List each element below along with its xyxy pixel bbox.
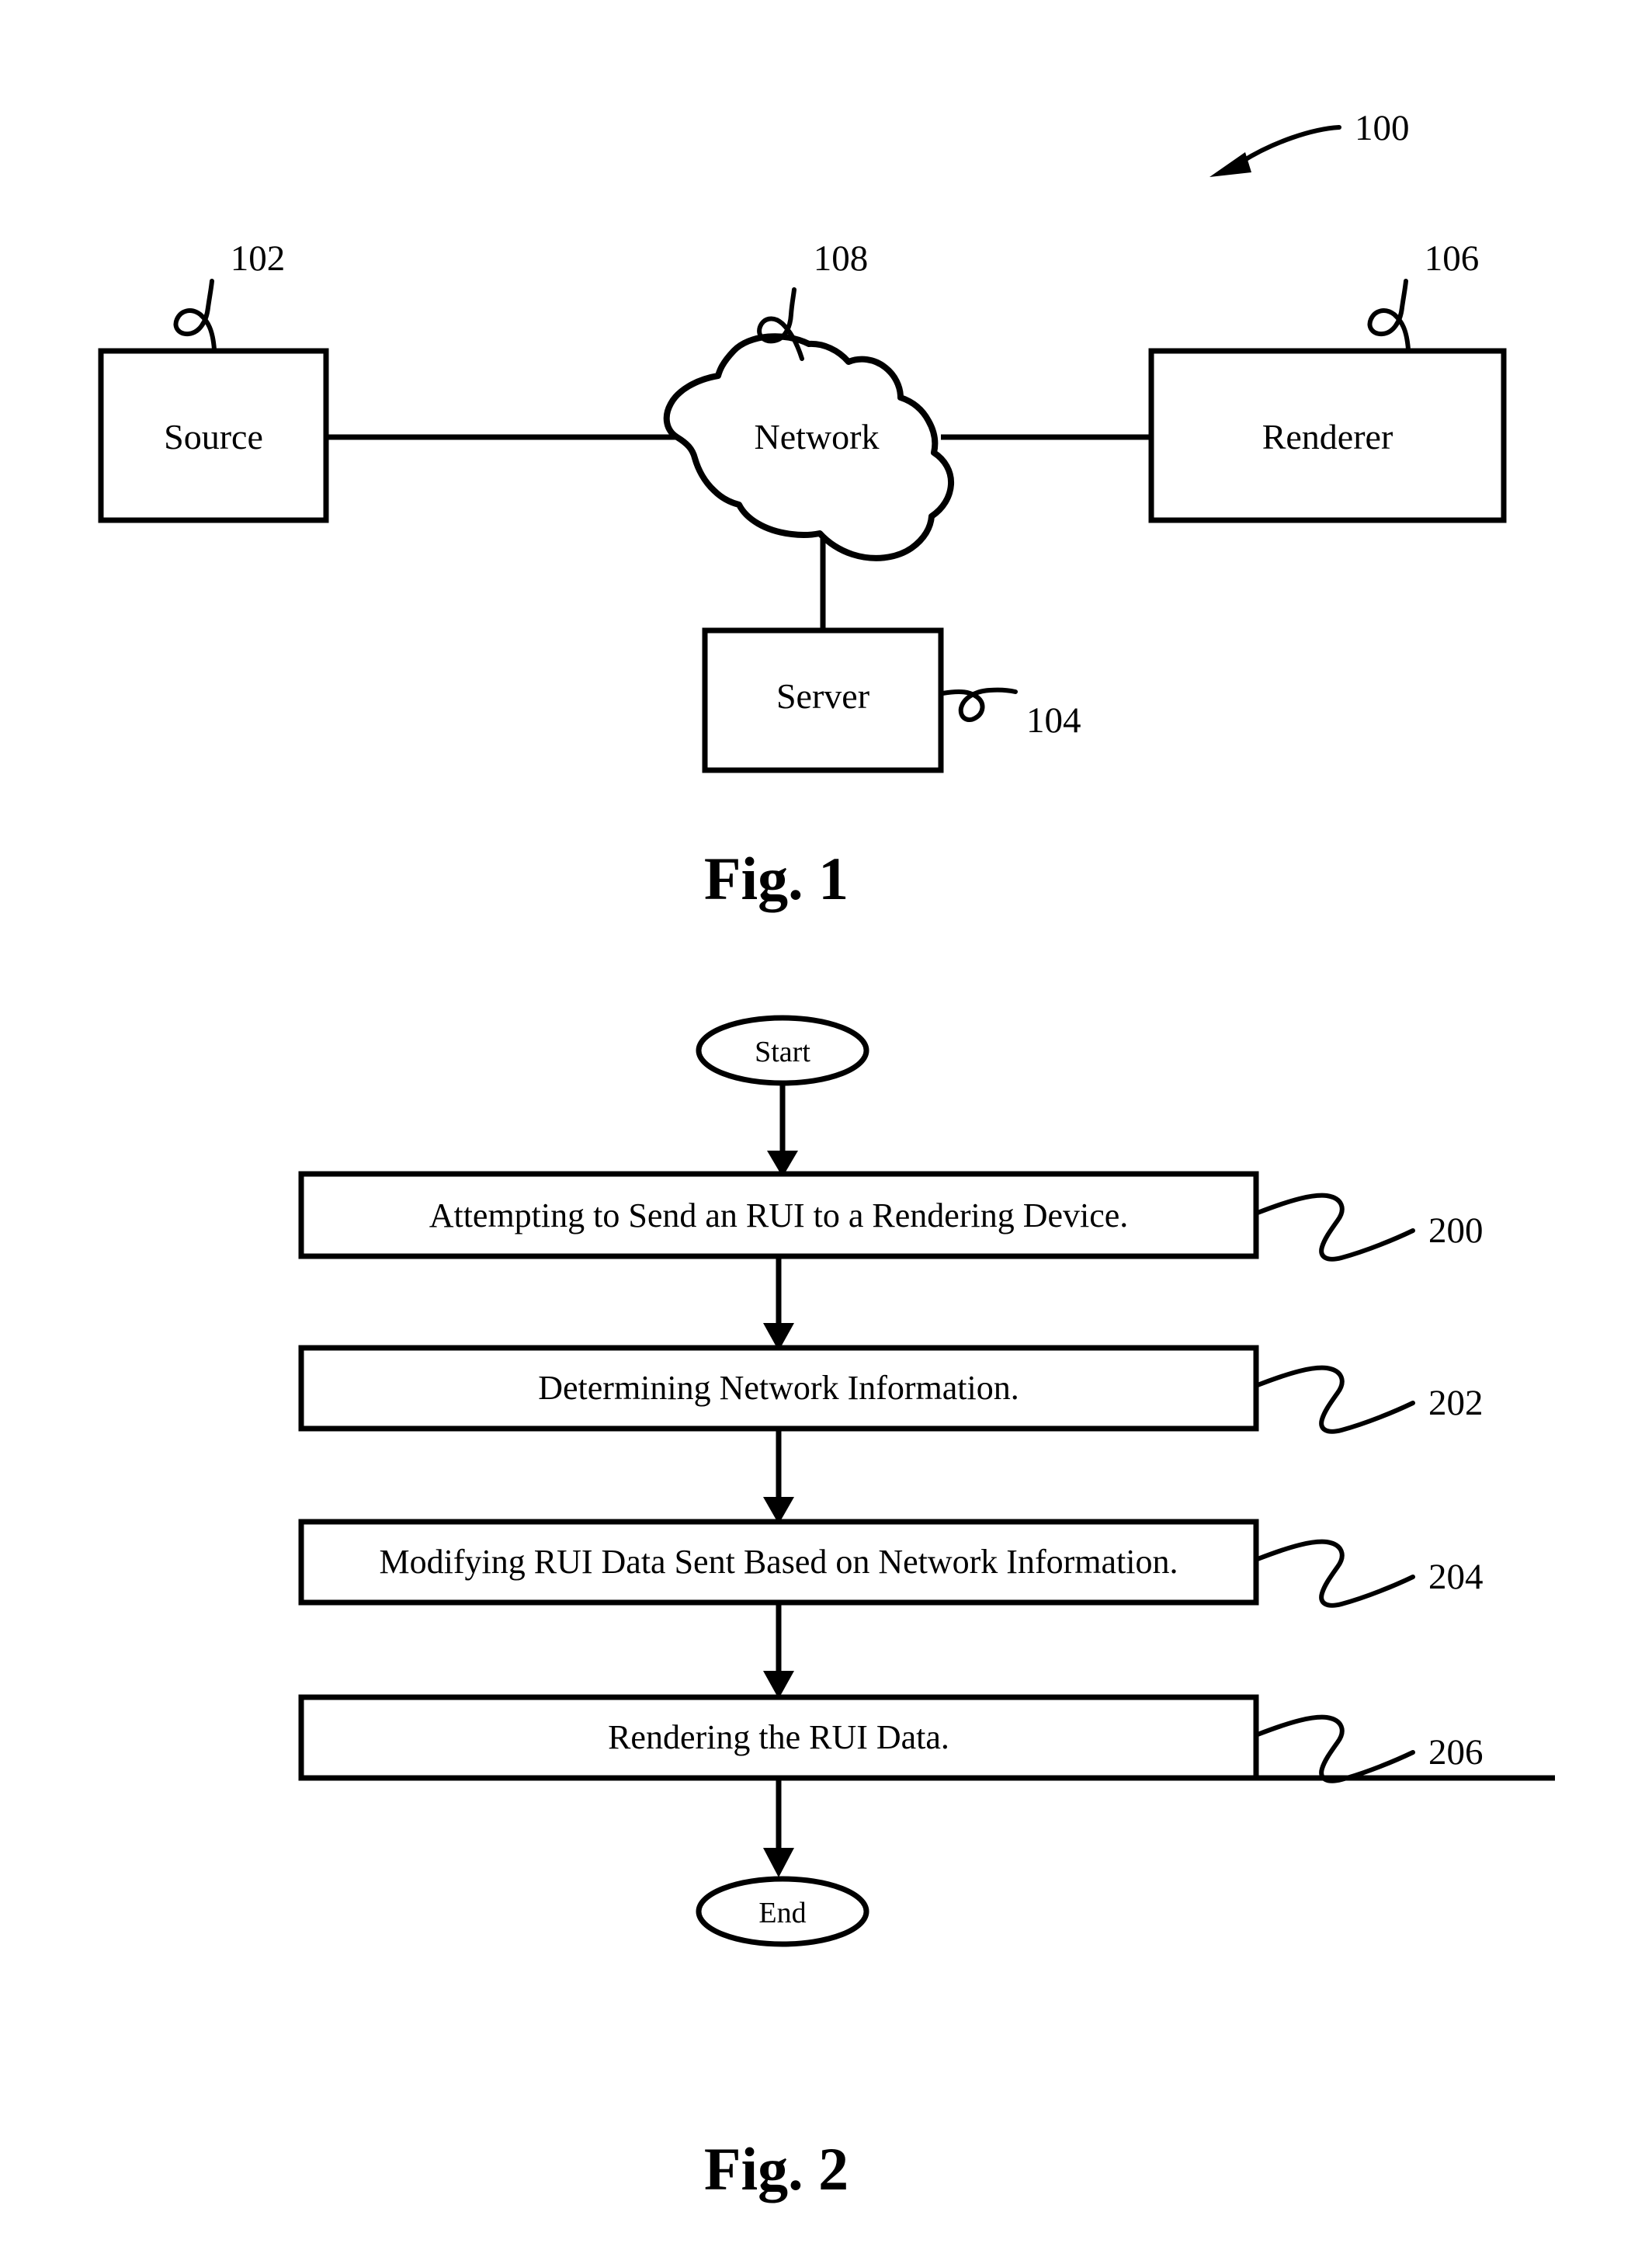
node-renderer-ref: 106 — [1425, 238, 1480, 279]
node-network-ref: 108 — [814, 238, 869, 279]
flow-step-204-ref: 204 — [1428, 1557, 1484, 1597]
node-server: Server — [702, 627, 944, 773]
flow-arrow-start-to-step1 — [767, 1083, 798, 1177]
node-source-label: Source — [164, 417, 263, 457]
flow-step-204-ref-leader — [1255, 1539, 1415, 1608]
flow-step-200-ref: 200 — [1428, 1210, 1484, 1251]
node-server-ref-leader — [940, 687, 1018, 723]
flow-step-206-ref-leader — [1255, 1714, 1415, 1783]
node-server-ref: 104 — [1026, 700, 1081, 741]
flow-end-label: End — [758, 1897, 806, 1929]
system-ref-100-leader — [1210, 125, 1341, 177]
node-network-label: Network — [755, 417, 880, 457]
flow-arrow-step4-to-end — [763, 1775, 1555, 1877]
flow-step-200-text: Attempting to Send an RUI to a Rendering… — [429, 1196, 1129, 1234]
node-renderer-label: Renderer — [1262, 417, 1393, 457]
flow-step-202-text: Determining Network Information. — [538, 1369, 1019, 1407]
flow-step-box-206: Rendering the RUI Data. — [298, 1694, 1259, 1781]
flow-step-202-ref: 202 — [1428, 1383, 1484, 1423]
system-ref-100: 100 — [1355, 108, 1410, 148]
figure2-caption: Fig. 2 — [704, 2135, 849, 2203]
node-server-label: Server — [776, 676, 869, 716]
flow-start-label: Start — [755, 1036, 810, 1068]
node-source: Source — [98, 348, 329, 523]
flow-start-node: Start — [696, 1015, 869, 1086]
flow-end-node: End — [696, 1876, 869, 1947]
patent-drawing-sheet: 100 Source 102 Network 108 Renderer 106 … — [0, 0, 1652, 2264]
node-source-ref: 102 — [231, 238, 286, 279]
flow-step-200-ref-leader — [1255, 1193, 1415, 1262]
flow-arrow-step1-to-step2 — [763, 1256, 794, 1351]
node-renderer: Renderer — [1148, 348, 1507, 523]
figure-canvas: 100 Source 102 Network 108 Renderer 106 … — [98, 108, 1555, 2203]
flow-step-box-202: Determining Network Information. — [298, 1345, 1259, 1432]
flow-step-202-ref-leader — [1255, 1365, 1415, 1434]
flow-step-box-204: Modifying RUI Data Sent Based on Network… — [298, 1519, 1259, 1606]
node-renderer-ref-leader — [1367, 279, 1411, 352]
flow-arrow-step3-to-step4 — [763, 1603, 794, 1699]
flow-step-206-text: Rendering the RUI Data. — [608, 1718, 949, 1756]
node-network: Network — [663, 333, 955, 561]
node-source-ref-leader — [173, 279, 217, 352]
flow-arrow-step2-to-step3 — [763, 1429, 794, 1524]
flow-step-box-200: Attempting to Send an RUI to a Rendering… — [298, 1171, 1259, 1259]
flow-step-206-ref: 206 — [1428, 1732, 1484, 1773]
flow-step-204-text: Modifying RUI Data Sent Based on Network… — [380, 1543, 1178, 1581]
figure1-caption: Fig. 1 — [704, 845, 849, 912]
